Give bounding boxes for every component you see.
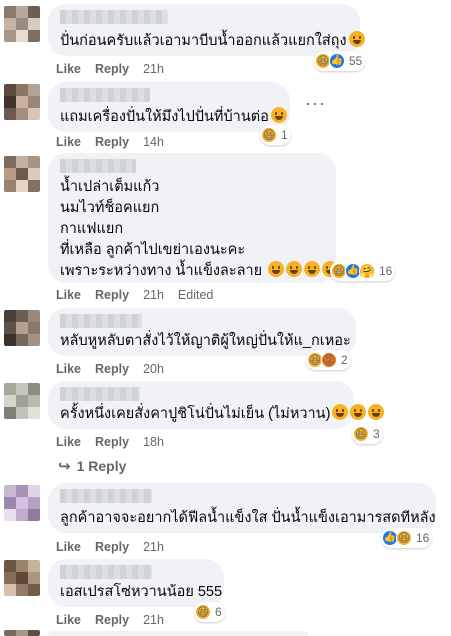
comment-bubble: เอสเปรสโซ่หวานน้อย 555 — [48, 559, 224, 607]
reaction-count: 6 — [215, 605, 222, 619]
reaction-count: 16 — [416, 531, 430, 545]
like-button[interactable]: Like — [56, 134, 81, 150]
comment-actions: Like Reply 21h Edited — [56, 287, 213, 303]
comment-actions: Like Reply 21h — [56, 612, 164, 628]
laughing-emoji-icon — [286, 261, 303, 277]
avatar[interactable] — [4, 630, 40, 636]
comment-text: แถมเครื่องปั่นให้มึงไปปั่นที่บ้านต่อ — [60, 107, 287, 127]
like-button[interactable]: Like — [56, 539, 81, 555]
laughing-emoji-icon — [270, 107, 287, 123]
angry-reaction-icon: 😡 — [321, 352, 337, 368]
reaction-summary[interactable]: 😆 👍 🤗 16 — [330, 261, 396, 281]
haha-reaction-icon: 😆 — [261, 127, 277, 143]
like-button[interactable]: Like — [56, 287, 81, 303]
like-button[interactable]: Like — [56, 434, 81, 450]
comment-text: ปั่นก่อนครับแล้วเอามาบีบน้ำออกแล้วแยกใส่… — [60, 31, 365, 51]
comment-text-line: เพราะระหว่างทาง น้ำแข็งละลาย — [60, 261, 339, 281]
comment-actions: Like Reply 21h — [56, 539, 164, 555]
haha-reaction-icon: 😆 — [396, 530, 412, 546]
avatar[interactable] — [4, 485, 40, 521]
comment-text: ครั้งหนึ่งเคยสั่งคาปูชิโน่ปั่นไม่เย็น (ไ… — [60, 404, 385, 424]
laughing-emoji-icon — [268, 261, 285, 277]
laughing-emoji-icon — [368, 404, 385, 420]
reaction-summary[interactable]: 😆 👍 55 — [314, 51, 366, 71]
reply-button[interactable]: Reply — [95, 134, 129, 150]
avatar[interactable] — [4, 156, 40, 192]
reaction-summary[interactable]: 😆 😡 2 — [306, 350, 351, 370]
reaction-summary[interactable]: 😆 6 — [194, 602, 225, 622]
comment-text-line: ที่เหลือ ลูกค้าไปเขย่าเองนะคะ — [60, 242, 246, 258]
avatar[interactable] — [4, 84, 40, 120]
reaction-summary[interactable]: 😆 3 — [352, 424, 383, 444]
timestamp[interactable]: 21h — [143, 287, 164, 303]
like-button[interactable]: Like — [56, 361, 81, 377]
more-options-icon[interactable]: ··· — [305, 93, 326, 114]
comment-bubble: ปั่นก่อนครับแล้วเอามาบีบน้ำออกแล้วแยกใส่… — [48, 4, 365, 56]
view-replies-link[interactable]: ↪ 1 Reply — [58, 457, 126, 475]
timestamp[interactable]: 14h — [143, 134, 164, 150]
haha-reaction-icon: 😆 — [195, 604, 211, 620]
comment-text-line: กาแฟแยก — [60, 221, 124, 237]
commenter-name-redacted[interactable] — [60, 387, 140, 401]
commenter-name-redacted[interactable] — [60, 88, 150, 102]
laughing-emoji-icon — [304, 261, 321, 277]
timestamp[interactable]: 21h — [143, 539, 164, 555]
reply-arrow-icon: ↪ — [58, 458, 71, 475]
reply-button[interactable]: Reply — [95, 612, 129, 628]
comment-bubble-partial — [48, 631, 308, 636]
commenter-name-redacted[interactable] — [60, 489, 152, 503]
reaction-count: 1 — [281, 128, 288, 142]
reply-button[interactable]: Reply — [95, 61, 129, 77]
avatar[interactable] — [4, 560, 40, 596]
reaction-summary[interactable]: 😆 1 — [260, 125, 291, 145]
comment-actions: Like Reply 20h — [56, 361, 164, 377]
comment-text-line: นมไวท์ช็อคแยก — [60, 200, 160, 216]
commenter-name-redacted[interactable] — [60, 565, 152, 579]
commenter-name-redacted[interactable] — [60, 314, 142, 328]
care-reaction-icon: 🤗 — [359, 263, 375, 279]
avatar[interactable] — [4, 6, 40, 42]
comment-bubble: แถมเครื่องปั่นให้มึงไปปั่นที่บ้านต่อ — [48, 82, 290, 132]
comment-bubble: ลูกค้าอาจจะอยากได้ฟีลน้ำแข็งใส ปั่นน้ำแข… — [48, 483, 436, 533]
laughing-emoji-icon — [332, 404, 349, 420]
like-button[interactable]: Like — [56, 612, 81, 628]
comment-actions: Like Reply 14h — [56, 134, 164, 150]
comment-text: ลูกค้าอาจจะอยากได้ฟีลน้ำแข็งใส ปั่นน้ำแข… — [60, 510, 436, 526]
reply-button[interactable]: Reply — [95, 287, 129, 303]
comment-feed: ปั่นก่อนครับแล้วเอามาบีบน้ำออกแล้วแยกใส่… — [0, 0, 451, 636]
reply-button[interactable]: Reply — [95, 361, 129, 377]
comment-bubble: หลับหูหลับตาสั่งไว้ให้ญาติผู้ใหญ่ปั่นให้… — [48, 308, 356, 356]
reaction-summary[interactable]: 👍 😆 16 — [381, 528, 433, 548]
avatar[interactable] — [4, 310, 40, 346]
timestamp[interactable]: 21h — [143, 612, 164, 628]
reply-button[interactable]: Reply — [95, 539, 129, 555]
timestamp[interactable]: 18h — [143, 434, 164, 450]
timestamp[interactable]: 21h — [143, 61, 164, 77]
comment-text-line: น้ำเปล่าเต็มแก้ว — [60, 179, 160, 195]
comment-text: เอสเปรสโซ่หวานน้อย 555 — [60, 584, 223, 600]
edited-label[interactable]: Edited — [178, 287, 213, 303]
commenter-name-redacted[interactable] — [60, 10, 168, 24]
timestamp[interactable]: 20h — [143, 361, 164, 377]
view-replies-label: 1 Reply — [76, 458, 127, 474]
avatar[interactable] — [4, 383, 40, 419]
haha-reaction-icon: 😆 — [353, 426, 369, 442]
reaction-count: 16 — [379, 264, 393, 278]
comment-bubble: น้ำเปล่าเต็มแก้ว นมไวท์ช็อคแยก กาแฟแยก ท… — [48, 153, 339, 283]
like-reaction-icon: 👍 — [329, 53, 345, 69]
reply-button[interactable]: Reply — [95, 434, 129, 450]
commenter-name-redacted[interactable] — [60, 159, 136, 173]
comment-actions: Like Reply 21h — [56, 61, 164, 77]
reaction-count: 2 — [341, 353, 348, 367]
laughing-emoji-icon — [350, 404, 367, 420]
laughing-emoji-icon — [348, 31, 365, 47]
reaction-count: 3 — [373, 427, 380, 441]
like-button[interactable]: Like — [56, 61, 81, 77]
comment-text: หลับหูหลับตาสั่งไว้ให้ญาติผู้ใหญ่ปั่นให้… — [60, 333, 351, 349]
reaction-count: 55 — [349, 54, 363, 68]
comment-bubble: ครั้งหนึ่งเคยสั่งคาปูชิโน่ปั่นไม่เย็น (ไ… — [48, 381, 385, 429]
comment-actions: Like Reply 18h — [56, 434, 164, 450]
